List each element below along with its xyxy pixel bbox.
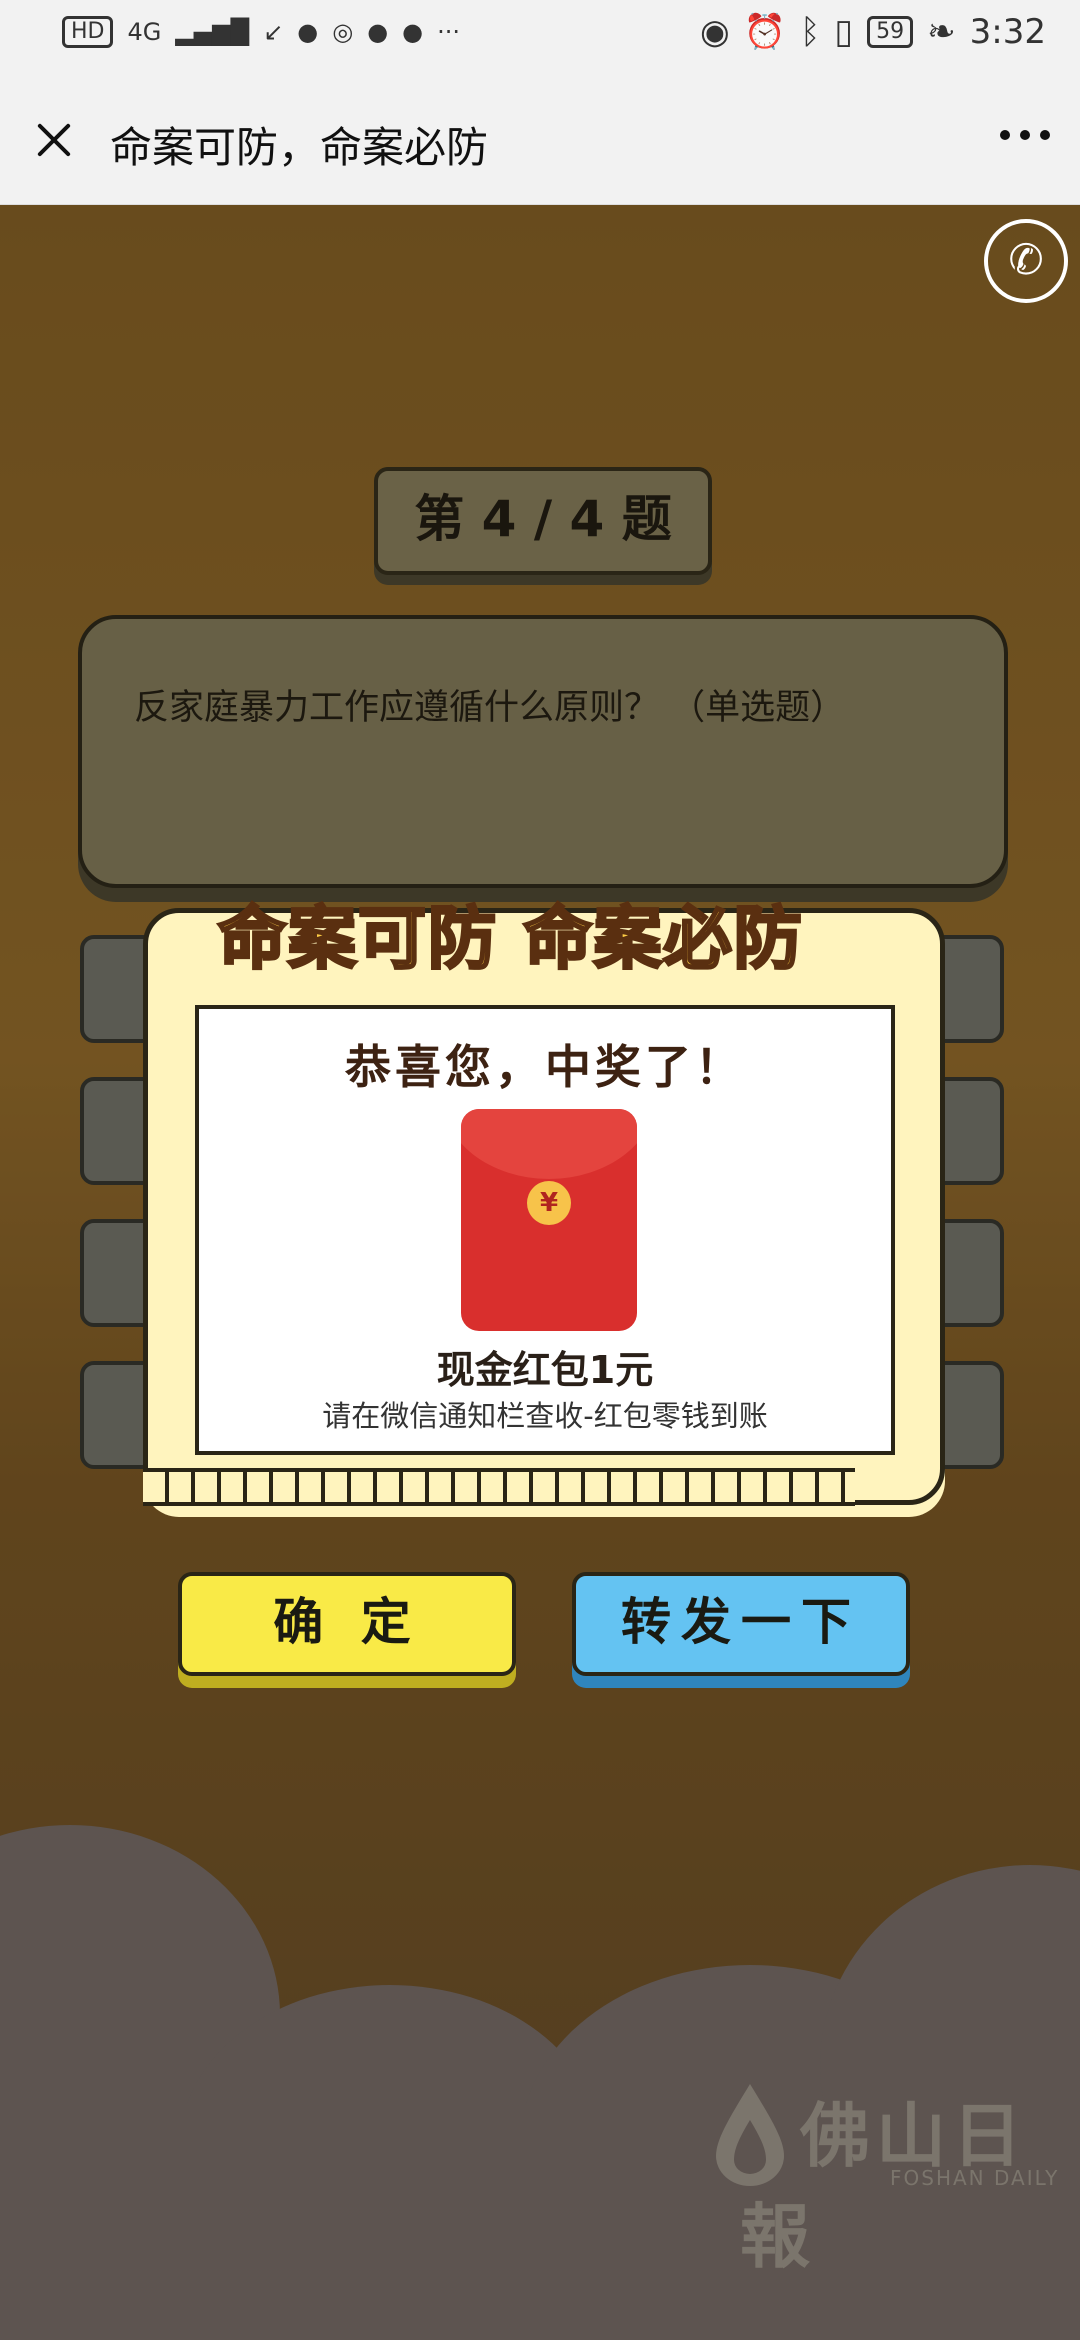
modal-stripes [143, 1468, 855, 1506]
red-envelope-icon: ¥ [461, 1109, 637, 1331]
hd-badge: HD [62, 16, 114, 48]
more-options-icon[interactable] [1000, 130, 1050, 140]
watermark-name-en: FOSHAN DAILY [890, 2166, 1060, 2190]
eye-icon: ◉ [700, 12, 730, 52]
wechat-icon: ● [297, 18, 319, 46]
leaf-icon: ❧ [927, 12, 956, 52]
battery-level: 59 [867, 16, 914, 48]
title-bar: 命案可防，命案必防 [0, 76, 1080, 205]
alarm-icon: ⏰ [743, 12, 787, 52]
prize-hint: 请在微信通知栏查收-红包零钱到账 [322, 1399, 768, 1433]
wechat-icon-2: ● [367, 18, 389, 46]
missed-call-icon: ↙ [263, 18, 284, 46]
network-label: 4G [127, 18, 162, 46]
status-bar: HD 4G ▂▄▆█ ↙ ● ◎ ● ● ··· ◉ ⏰ ᛒ ▯ 59 ❧ 3:… [0, 0, 1080, 76]
close-icon[interactable] [26, 112, 82, 168]
question-number: 第 4 / 4 题 [374, 467, 712, 575]
message-icon: ● [402, 18, 424, 46]
congrats-text: 恭喜您，中奖了！ [345, 1040, 745, 1094]
modal-content: 恭喜您，中奖了！ ¥ 现金红包1元 请在微信通知栏查收-红包零钱到账 [195, 1005, 895, 1455]
prize-modal: 命案可防 命案必防 恭喜您，中奖了！ ¥ 现金红包1元 请在微信通知栏查收-红包… [143, 899, 945, 1506]
confirm-button[interactable]: 确 定 [178, 1572, 516, 1676]
flame-icon [716, 2084, 784, 2186]
browser-icon: ◎ [332, 18, 354, 46]
prize-text: 现金红包1元 [436, 1348, 654, 1392]
signal-icon: ▂▄▆█ [175, 18, 250, 46]
clock-time: 3:32 [969, 12, 1046, 52]
status-right: ◉ ⏰ ᛒ ▯ 59 ❧ 3:32 [700, 12, 1046, 52]
modal-header: 命案可防 命案必防 [217, 899, 804, 981]
bluetooth-icon: ᛒ [800, 12, 821, 52]
status-left: HD 4G ▂▄▆█ ↙ ● ◎ ● ● ··· [62, 16, 460, 48]
phone-icon[interactable]: ✆ [984, 219, 1068, 303]
yuan-icon: ¥ [527, 1181, 571, 1225]
share-button[interactable]: 转发一下 [572, 1572, 910, 1676]
more-notifications-icon: ··· [437, 18, 460, 46]
vibrate-icon: ▯ [834, 12, 854, 52]
question-text: 反家庭暴力工作应遵循什么原则？ （单选题） [134, 688, 846, 728]
page-title: 命案可防，命案必防 [110, 123, 489, 172]
watermark-logo: 佛山日報 FOSHAN DAILY [716, 2080, 1080, 2282]
envelope-flap [461, 1109, 637, 1179]
question-card: 反家庭暴力工作应遵循什么原则？ （单选题） [78, 615, 1008, 888]
